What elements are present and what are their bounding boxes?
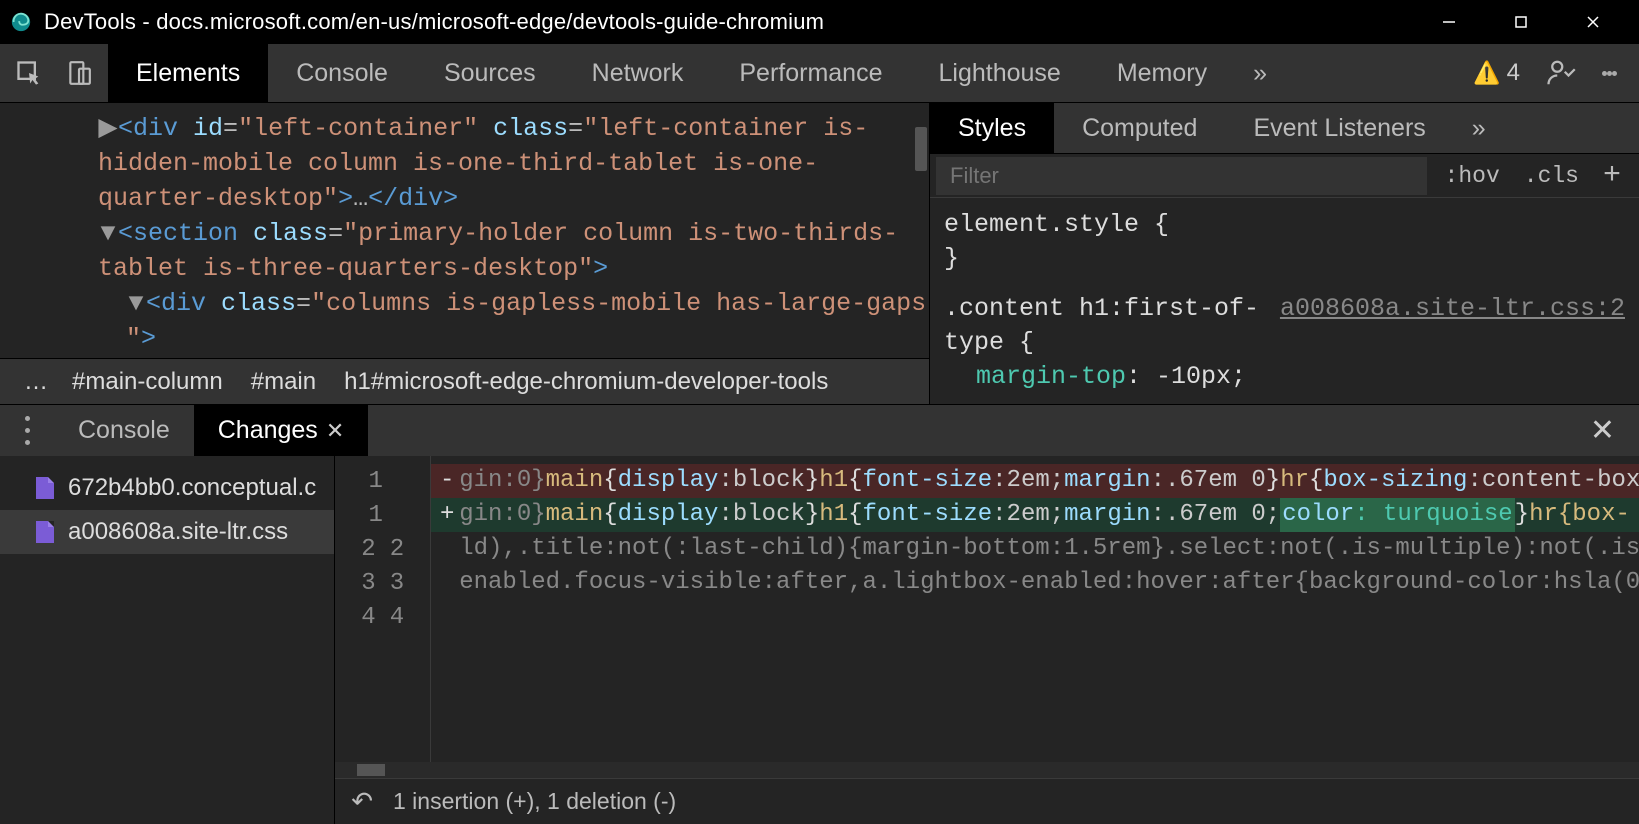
expand-open-icon[interactable]: ▼ <box>98 216 118 251</box>
warning-icon: ⚠️ <box>1473 60 1500 86</box>
file-name: a008608a.site-ltr.css <box>68 518 288 546</box>
diff-deleted-line: - gin:0}main{display:block}h1{font-size:… <box>431 464 1639 498</box>
attr-class-value: columns is-gapless-mobile has-large-gaps <box>326 289 926 318</box>
breadcrumb: … #main-column #main h1#microsoft-edge-c… <box>0 358 929 404</box>
window-titlebar: DevTools - docs.microsoft.com/en-us/micr… <box>0 0 1639 44</box>
close-button[interactable] <box>1557 0 1629 44</box>
line-gutter: 1 1 22 33 44 <box>335 456 431 762</box>
element-style-close: } <box>944 242 1625 276</box>
maximize-button[interactable] <box>1485 0 1557 44</box>
tab-lighthouse[interactable]: Lighthouse <box>910 44 1088 102</box>
settings-menu-icon[interactable] <box>1602 69 1617 78</box>
tab-performance[interactable]: Performance <box>711 44 910 102</box>
css-property[interactable]: margin-top <box>976 362 1126 391</box>
diff-status-bar: ↶ 1 insertion (+), 1 deletion (-) <box>335 778 1639 824</box>
file-icon <box>36 477 54 499</box>
diff-context-line: ld),.title:not(:last-child){margin-botto… <box>431 532 1639 566</box>
changed-file-item[interactable]: a008608a.site-ltr.css <box>0 510 334 554</box>
breadcrumb-item[interactable]: #main-column <box>58 359 237 404</box>
minimize-button[interactable] <box>1413 0 1485 44</box>
elements-tree[interactable]: ▶<div id="left-container" class="left-co… <box>0 103 929 358</box>
close-icon[interactable]: ✕ <box>326 418 344 444</box>
drawer-close-icon[interactable]: ✕ <box>1566 413 1639 448</box>
diff-summary: 1 insertion (+), 1 deletion (-) <box>393 788 676 815</box>
tab-computed[interactable]: Computed <box>1054 103 1225 153</box>
breadcrumb-item[interactable]: #main <box>237 359 330 404</box>
element-style-open: element.style { <box>944 208 1625 242</box>
expand-collapsed-icon[interactable]: ▶ <box>98 111 118 146</box>
drawer-menu-icon[interactable] <box>0 414 54 447</box>
panel-tabs: Elements Console Sources Network Perform… <box>108 44 1235 102</box>
main-toolbar: Elements Console Sources Network Perform… <box>0 44 1639 103</box>
diff-view[interactable]: - gin:0}main{display:block}h1{font-size:… <box>431 456 1639 762</box>
inspect-element-icon[interactable] <box>12 56 46 90</box>
tab-elements[interactable]: Elements <box>108 44 268 102</box>
source-link[interactable]: a008608a.site-ltr.css:2 <box>1280 292 1625 326</box>
css-value[interactable]: -10px; <box>1156 362 1246 391</box>
changed-files-panel: 672b4bb0.conceptual.c a008608a.site-ltr.… <box>0 456 335 824</box>
hov-toggle[interactable]: :hov <box>1437 163 1508 189</box>
tab-console[interactable]: Console <box>268 44 416 102</box>
tab-sources[interactable]: Sources <box>416 44 564 102</box>
file-name: 672b4bb0.conceptual.c <box>68 474 316 502</box>
tab-styles[interactable]: Styles <box>930 103 1054 153</box>
rule-selector: .content h1:first-of-type { <box>944 294 1259 357</box>
scrollbar-thumb[interactable] <box>915 127 927 171</box>
diff-context-line: enabled.focus-visible:after,a.lightbox-e… <box>431 566 1639 600</box>
warning-count: 4 <box>1507 59 1520 87</box>
more-tabs-icon[interactable]: » <box>1235 59 1285 88</box>
more-tabs-icon[interactable]: » <box>1454 103 1504 153</box>
drawer-tab-label: Changes <box>218 416 318 445</box>
diff-added-line: + gin:0}main{display:block}h1{font-size:… <box>431 498 1639 532</box>
file-icon <box>36 521 54 543</box>
new-style-rule-button[interactable]: + <box>1595 159 1629 193</box>
styles-filter-input[interactable] <box>936 157 1427 195</box>
styles-tabs: Styles Computed Event Listeners » <box>930 103 1639 154</box>
device-toggle-icon[interactable] <box>62 56 96 90</box>
drawer-tab-console[interactable]: Console <box>54 405 194 456</box>
drawer-tab-changes[interactable]: Changes ✕ <box>194 405 369 456</box>
styles-rules[interactable]: element.style { } a008608a.site-ltr.css:… <box>930 198 1639 404</box>
breadcrumb-more[interactable]: … <box>14 368 58 396</box>
tab-memory[interactable]: Memory <box>1089 44 1235 102</box>
tab-network[interactable]: Network <box>564 44 712 102</box>
horizontal-scrollbar[interactable] <box>335 762 1639 778</box>
breadcrumb-item[interactable]: h1#microsoft-edge-chromium-developer-too… <box>330 359 842 404</box>
drawer-tabs: Console Changes ✕ ✕ <box>0 404 1639 456</box>
window-title: DevTools - docs.microsoft.com/en-us/micr… <box>44 9 824 35</box>
tab-event-listeners[interactable]: Event Listeners <box>1225 103 1453 153</box>
changed-file-item[interactable]: 672b4bb0.conceptual.c <box>0 466 334 510</box>
feedback-icon[interactable] <box>1546 58 1576 88</box>
edge-app-icon <box>10 11 32 33</box>
warnings-indicator[interactable]: ⚠️ 4 <box>1473 59 1520 87</box>
cls-toggle[interactable]: .cls <box>1516 163 1587 189</box>
expand-open-icon[interactable]: ▼ <box>126 286 146 321</box>
attr-id-value: left-container <box>253 114 463 143</box>
revert-icon[interactable]: ↶ <box>351 786 373 817</box>
